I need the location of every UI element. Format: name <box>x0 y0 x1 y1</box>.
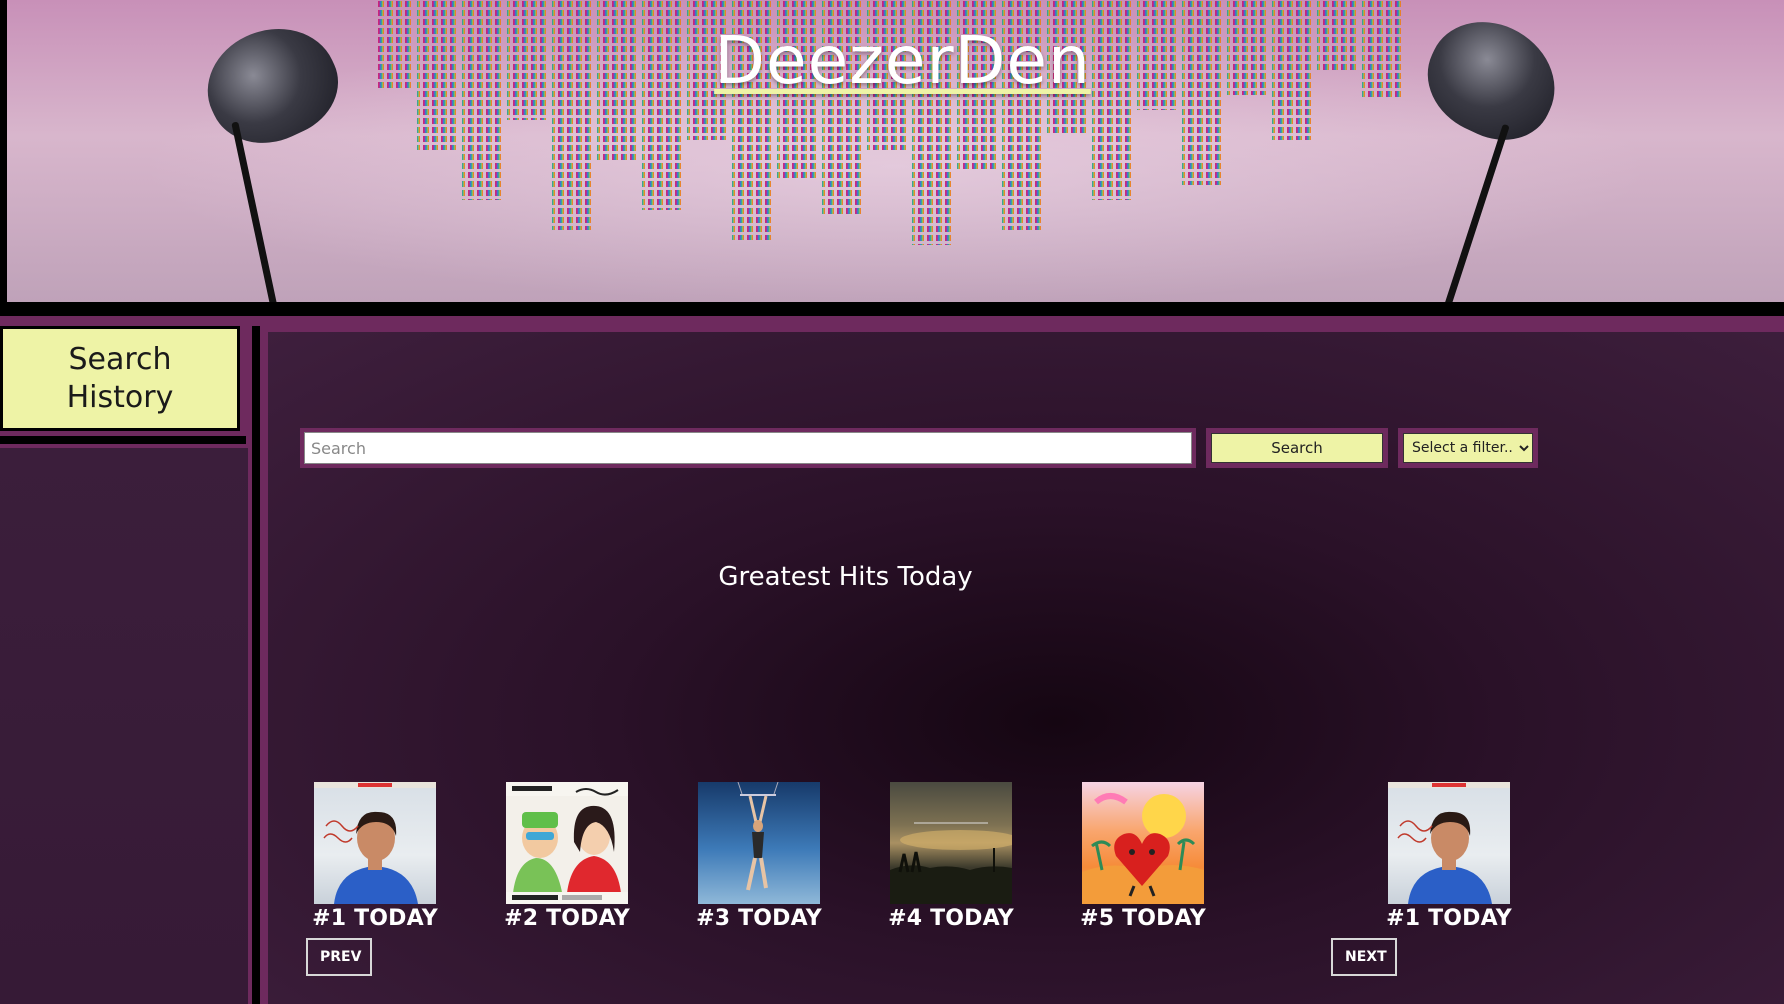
main-content: Search Select a filter... Greatest Hits … <box>268 332 1784 1004</box>
hit-card-5[interactable]: #5 TODAY <box>1080 782 1206 931</box>
album-cover-4[interactable] <box>890 782 1012 904</box>
hit-card-2[interactable]: #2 TODAY <box>504 782 630 931</box>
search-history-list <box>0 448 248 1004</box>
hit-card-3[interactable]: #3 TODAY <box>696 782 822 931</box>
hit-card-label: #2 TODAY <box>504 906 630 931</box>
site-title[interactable]: DeezerDen <box>0 22 1784 99</box>
hit-card-label: #1 TODAY <box>312 906 438 931</box>
sidebar: Search History <box>0 316 252 1004</box>
next-button[interactable]: NEXT <box>1331 938 1397 976</box>
prev-button[interactable]: PREV <box>306 938 372 976</box>
album-cover-1[interactable] <box>314 782 436 904</box>
album-cover-6[interactable] <box>1388 782 1510 904</box>
filter-select[interactable]: Select a filter... <box>1403 433 1533 463</box>
hit-card-4[interactable]: #4 TODAY <box>888 782 1014 931</box>
filter-select-frame: Select a filter... <box>1398 428 1538 468</box>
search-button-frame: Search <box>1206 428 1388 468</box>
section-title: Greatest Hits Today <box>718 562 973 592</box>
header-banner: DeezerDen <box>0 0 1784 305</box>
album-cover-2[interactable] <box>506 782 628 904</box>
hit-card-label: #4 TODAY <box>888 906 1014 931</box>
earphone-cable-right <box>1441 123 1510 302</box>
hit-card-label: #3 TODAY <box>696 906 822 931</box>
hit-card-1[interactable]: #1 TODAY <box>312 782 438 931</box>
album-cover-5[interactable] <box>1082 782 1204 904</box>
main-panel: Search Select a filter... Greatest Hits … <box>260 326 1784 1004</box>
search-input-frame <box>300 428 1196 468</box>
search-history-button[interactable]: Search History <box>0 326 240 431</box>
hit-card-label: #1 TODAY <box>1386 906 1512 931</box>
album-cover-3[interactable] <box>698 782 820 904</box>
hit-card-label: #5 TODAY <box>1080 906 1206 931</box>
search-button[interactable]: Search <box>1211 433 1383 463</box>
greatest-hits-carousel: #1 TODAY #2 TODAY #3 TODAY #4 TODAY #5 T… <box>312 782 1512 942</box>
sidebar-divider <box>0 436 246 444</box>
header-divider <box>0 316 1784 326</box>
hit-card-6[interactable]: #1 TODAY <box>1386 782 1512 931</box>
earphone-cable-left <box>231 121 280 302</box>
search-input[interactable] <box>304 432 1192 464</box>
